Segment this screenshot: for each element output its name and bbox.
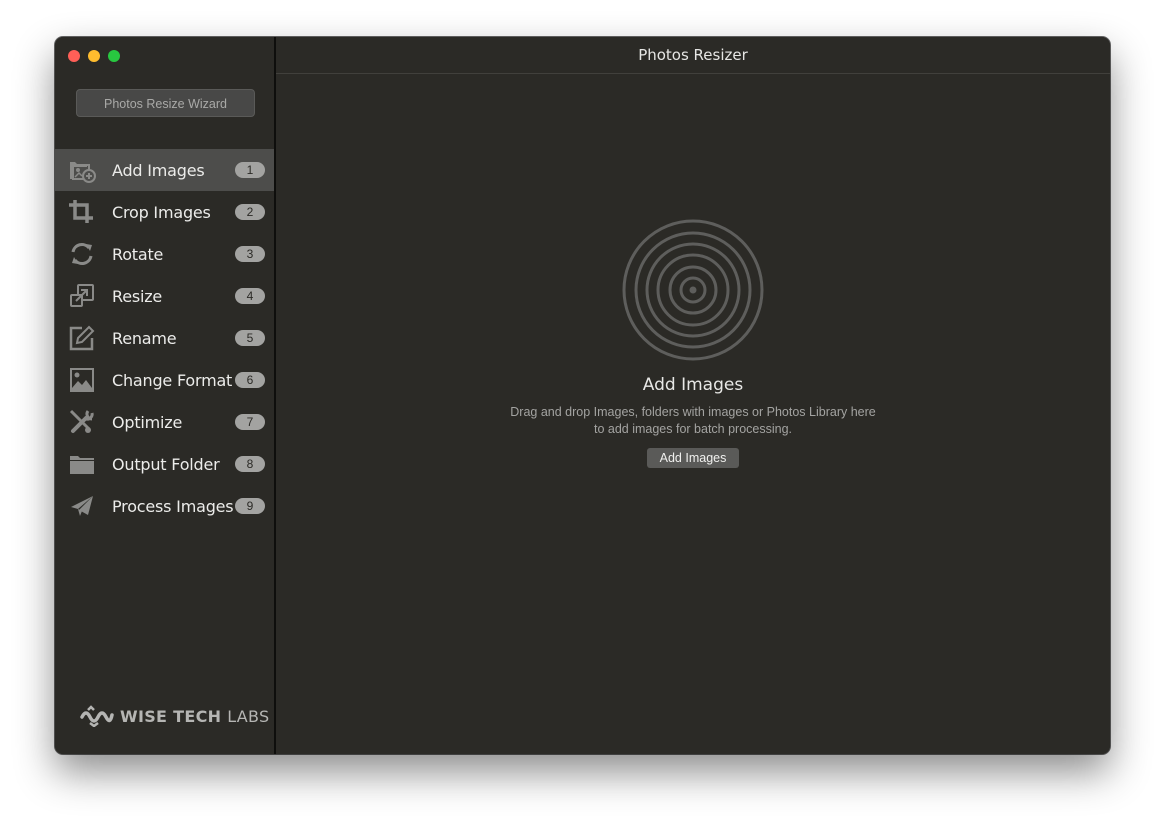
- window-title: Photos Resizer: [276, 37, 1110, 74]
- sidebar-item-label: Output Folder: [112, 454, 220, 474]
- crop-icon: [68, 199, 96, 225]
- wise-tech-labs-logo: WISE TECH LABS: [80, 705, 269, 727]
- logo-text-bold: WISE TECH: [120, 706, 222, 726]
- close-window-button[interactable]: [68, 50, 80, 62]
- wave-logo-icon: [80, 705, 114, 727]
- sidebar-item-label: Optimize: [112, 412, 183, 432]
- sidebar-item-optimize[interactable]: Optimize 7: [55, 401, 274, 443]
- image-format-icon: [68, 367, 96, 393]
- zoom-window-button[interactable]: [108, 50, 120, 62]
- drop-target-icon: [622, 219, 764, 361]
- logo-text: WISE TECH LABS: [120, 707, 269, 726]
- step-badge: 8: [235, 456, 265, 472]
- sidebar: Photos Resize Wizard Add Images 1 Crop I…: [55, 37, 276, 754]
- folder-icon: [68, 451, 96, 477]
- step-badge: 7: [235, 414, 265, 430]
- sidebar-item-resize[interactable]: Resize 4: [55, 275, 274, 317]
- step-badge: 6: [235, 372, 265, 388]
- sidebar-item-label: Change Format: [112, 370, 233, 390]
- sidebar-nav: Add Images 1 Crop Images 2 Rotate 3 Resi…: [55, 149, 274, 527]
- minimize-window-button[interactable]: [88, 50, 100, 62]
- photos-resize-wizard-button[interactable]: Photos Resize Wizard: [76, 89, 255, 117]
- drop-description-line: Drag and drop Images, folders with image…: [510, 405, 876, 419]
- step-badge: 3: [235, 246, 265, 262]
- step-badge: 1: [235, 162, 265, 178]
- add-images-icon: [68, 157, 96, 183]
- sidebar-item-add-images[interactable]: Add Images 1: [55, 149, 274, 191]
- sidebar-item-process-images[interactable]: Process Images 9: [55, 485, 274, 527]
- sidebar-item-rename[interactable]: Rename 5: [55, 317, 274, 359]
- sidebar-item-label: Crop Images: [112, 202, 211, 222]
- sidebar-item-label: Add Images: [112, 160, 205, 180]
- main-panel: Photos Resizer Add Images Drag and drop …: [276, 37, 1110, 754]
- add-images-button[interactable]: Add Images: [646, 448, 740, 468]
- step-badge: 5: [235, 330, 265, 346]
- sidebar-item-crop-images[interactable]: Crop Images 2: [55, 191, 274, 233]
- window-controls: [68, 50, 120, 62]
- sidebar-item-label: Resize: [112, 286, 163, 306]
- app-window: Photos Resize Wizard Add Images 1 Crop I…: [55, 37, 1110, 754]
- rename-icon: [68, 325, 96, 351]
- step-badge: 9: [235, 498, 265, 514]
- rotate-icon: [68, 241, 96, 267]
- drop-description-line: to add images for batch processing.: [593, 422, 793, 436]
- drop-zone[interactable]: Add Images Drag and drop Images, folders…: [276, 217, 1110, 468]
- sidebar-item-label: Rotate: [112, 244, 164, 264]
- sidebar-item-label: Process Images: [112, 496, 234, 516]
- drop-description: Drag and drop Images, folders with image…: [276, 404, 1110, 438]
- resize-icon: [68, 283, 96, 309]
- step-badge: 4: [235, 288, 265, 304]
- logo-text-light: LABS: [227, 706, 270, 726]
- sidebar-item-change-format[interactable]: Change Format 6: [55, 359, 274, 401]
- sidebar-item-rotate[interactable]: Rotate 3: [55, 233, 274, 275]
- sidebar-item-output-folder[interactable]: Output Folder 8: [55, 443, 274, 485]
- tools-icon: [68, 409, 96, 435]
- drop-title: Add Images: [642, 375, 744, 395]
- step-badge: 2: [235, 204, 265, 220]
- paper-plane-icon: [68, 493, 96, 519]
- sidebar-item-label: Rename: [112, 328, 177, 348]
